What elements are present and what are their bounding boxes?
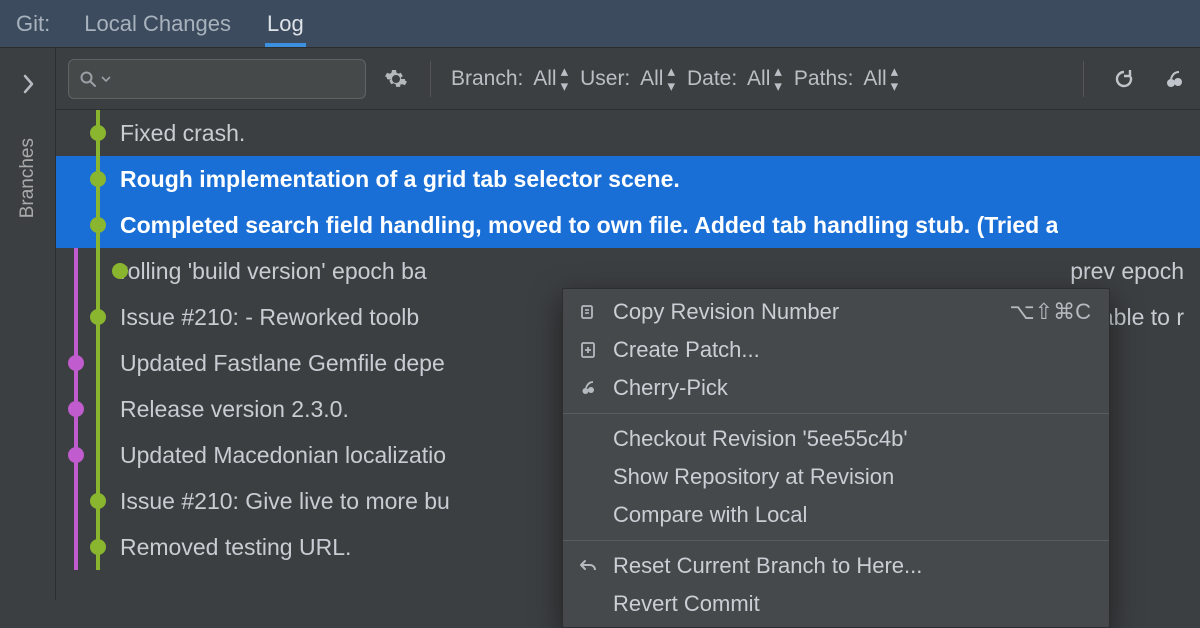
menu-shortcut: ⌥⇧⌘C: [1009, 299, 1091, 325]
sort-arrows-icon: ▴▾: [667, 64, 671, 94]
commit-message: Issue #210: Give live to more bu: [120, 488, 450, 515]
commit-message: Fixed crash.: [120, 120, 245, 147]
commit-graph: [56, 386, 120, 432]
search-icon: [79, 70, 97, 88]
commit-graph: [56, 524, 120, 570]
commit-message: Completed search field handling, moved t…: [120, 212, 1058, 239]
search-dropdown-icon[interactable]: [101, 74, 111, 84]
menu-item-label: Compare with Local: [613, 502, 807, 528]
menu-item-label: Reset Current Branch to Here...: [613, 553, 922, 579]
commit-message: Issue #210: - Reworked toolb: [120, 304, 419, 331]
cherry-pick-icon[interactable]: [1160, 65, 1188, 93]
filter-branch-value: All: [533, 67, 556, 91]
filter-user-label: User:: [580, 67, 630, 91]
commit-graph: [56, 432, 120, 478]
filter-date-value: All: [747, 67, 770, 91]
commit-row[interactable]: Completed search field handling, moved t…: [56, 202, 1200, 248]
sort-arrows-icon: ▴▾: [774, 64, 778, 94]
tab-local-changes[interactable]: Local Changes: [82, 1, 233, 47]
commit-row[interactable]: Rough implementation of a grid tab selec…: [56, 156, 1200, 202]
commit-message: Updated Fastlane Gemfile depe: [120, 350, 445, 377]
search-input[interactable]: [68, 59, 366, 99]
filter-user-value: All: [640, 67, 663, 91]
tab-log[interactable]: Log: [265, 1, 306, 47]
filter-user[interactable]: User: All ▴▾: [580, 64, 671, 94]
menu-separator: [563, 540, 1109, 541]
menu-item-label: Create Patch...: [613, 337, 760, 363]
separator: [1083, 61, 1084, 97]
filter-branch[interactable]: Branch: All ▴▾: [451, 64, 564, 94]
commit-message-tail: prev epoch: [1070, 258, 1200, 285]
filter-paths-label: Paths:: [794, 67, 854, 91]
header-title: Git:: [16, 11, 50, 37]
refresh-icon[interactable]: [1110, 65, 1138, 93]
menu-item[interactable]: Cherry-Pick: [563, 369, 1109, 407]
menu-item[interactable]: Reset Current Branch to Here...: [563, 547, 1109, 585]
commit-message: Release version 2.3.0.: [120, 396, 349, 423]
commit-message: Rough implementation of a grid tab selec…: [120, 166, 680, 193]
filter-date[interactable]: Date: All ▴▾: [687, 64, 778, 94]
sidebar: Branches: [0, 48, 56, 600]
commit-graph: [56, 340, 120, 386]
commit-graph: [56, 110, 120, 156]
menu-item-label: Revert Commit: [613, 591, 760, 617]
commit-graph: [56, 478, 120, 524]
copy-icon: [577, 303, 599, 321]
commit-graph: [56, 156, 120, 202]
filter-branch-label: Branch:: [451, 67, 523, 91]
menu-item[interactable]: Revert Commit: [563, 585, 1109, 623]
commit-message: Updated Macedonian localizatio: [120, 442, 446, 469]
menu-item[interactable]: Create Patch...: [563, 331, 1109, 369]
menu-item-label: Checkout Revision '5ee55c4b': [613, 426, 908, 452]
vcs-header: Git: Local Changes Log: [0, 0, 1200, 48]
filter-paths[interactable]: Paths: All ▴▾: [794, 64, 894, 94]
commit-message: rolling 'build version' epoch ba: [120, 258, 427, 285]
sort-arrows-icon: ▴▾: [891, 64, 895, 94]
search-field[interactable]: [115, 68, 355, 89]
menu-item[interactable]: Checkout Revision '5ee55c4b': [563, 420, 1109, 458]
menu-item-label: Show Repository at Revision: [613, 464, 894, 490]
context-menu: Copy Revision Number ⌥⇧⌘C Create Patch... C…: [562, 288, 1110, 628]
filter-date-label: Date:: [687, 67, 737, 91]
menu-separator: [563, 413, 1109, 414]
menu-item-label: Cherry-Pick: [613, 375, 728, 401]
menu-item[interactable]: Show Repository at Revision: [563, 458, 1109, 496]
patch-icon: [577, 341, 599, 359]
separator: [430, 61, 431, 97]
menu-item-label: Copy Revision Number: [613, 299, 839, 325]
commit-row[interactable]: Fixed crash.: [56, 110, 1200, 156]
expand-sidebar-icon[interactable]: [14, 70, 42, 98]
log-toolbar: Branch: All ▴▾ User: All ▴▾ Date: All ▴▾…: [56, 48, 1200, 110]
filter-paths-value: All: [863, 67, 886, 91]
commit-graph: [56, 248, 120, 294]
cherry-icon: [577, 379, 599, 397]
menu-item[interactable]: Copy Revision Number ⌥⇧⌘C: [563, 293, 1109, 331]
commit-graph: [56, 202, 120, 248]
sort-arrows-icon: ▴▾: [561, 64, 565, 94]
commit-message: Removed testing URL.: [120, 534, 351, 561]
gear-icon[interactable]: [382, 65, 410, 93]
undo-icon: [577, 557, 599, 575]
menu-item[interactable]: Compare with Local: [563, 496, 1109, 534]
branches-tab[interactable]: Branches: [17, 138, 39, 218]
commit-graph: [56, 294, 120, 340]
